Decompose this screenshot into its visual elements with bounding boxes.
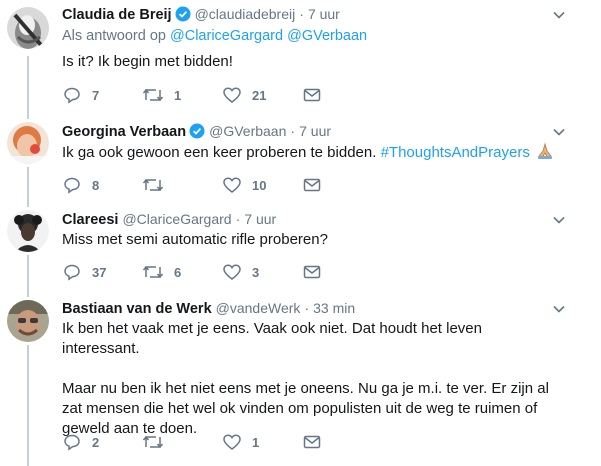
reply-count: 7 <box>92 87 100 103</box>
retweet-button[interactable]: 6 <box>142 262 181 282</box>
envelope-icon <box>303 88 321 102</box>
chevron-down-icon[interactable] <box>552 8 566 22</box>
display-name[interactable]: Claudia de Breij <box>62 7 172 23</box>
like-button[interactable]: 10 <box>222 175 266 195</box>
like-count: 1 <box>252 434 260 450</box>
like-count: 3 <box>252 264 260 280</box>
retweet-count: 6 <box>174 264 182 280</box>
reply-mention-clarice[interactable]: @ClariceGargard <box>170 28 283 44</box>
tweet-actions: 8 10 <box>62 175 352 195</box>
separator-dot: · <box>299 6 304 22</box>
reply-count: 37 <box>92 264 107 280</box>
tweet-bastiaan[interactable]: Bastiaan van de Werk @vandeWerk · 33 min … <box>0 297 601 466</box>
envelope-icon <box>303 265 321 279</box>
timestamp[interactable]: 33 min <box>313 300 355 316</box>
chevron-down-icon[interactable] <box>552 302 566 316</box>
direct-message-button[interactable] <box>303 432 321 452</box>
reply-button[interactable]: 37 <box>62 262 106 282</box>
timestamp[interactable]: 7 uur <box>244 211 276 227</box>
retweet-button[interactable]: 1 <box>142 85 181 105</box>
like-button[interactable]: 21 <box>222 85 266 105</box>
heart-icon <box>223 264 241 280</box>
retweet-icon <box>142 88 164 102</box>
reply-mention-gverbaan[interactable]: @GVerbaan <box>287 28 367 44</box>
display-name[interactable]: Bastiaan van de Werk <box>62 301 212 317</box>
reply-button[interactable]: 8 <box>62 175 99 195</box>
reply-button[interactable]: 7 <box>62 85 99 105</box>
like-count: 21 <box>252 87 267 103</box>
tweet-header: Georgina Verbaan @GVerbaan · 7 uur <box>62 120 331 142</box>
user-handle[interactable]: @vandeWerk <box>216 300 301 316</box>
tweet-actions: 7 1 21 <box>62 85 352 105</box>
chevron-down-icon[interactable] <box>552 125 566 139</box>
like-count: 10 <box>252 177 267 193</box>
retweet-count: 1 <box>174 87 182 103</box>
reply-icon <box>64 87 80 104</box>
heart-icon <box>223 434 241 450</box>
tweet-paragraph: Ik ben het vaak met je eens. Vaak ook ni… <box>62 320 482 357</box>
tweet-header: Claudia de Breij @claudiadebreij · 7 uur <box>62 3 340 25</box>
tweet-text-container: Ik ben het vaak met je eens. Vaak ook ni… <box>62 319 562 439</box>
avatar[interactable] <box>7 210 49 252</box>
retweet-icon <box>142 265 164 279</box>
tweet-paragraph: Maar nu ben ik het niet eens met je onee… <box>62 380 549 437</box>
tweet-header: Clareesi @ClariceGargard · 7 uur <box>62 208 276 230</box>
separator-dot: · <box>304 300 310 316</box>
heart-icon <box>223 87 241 103</box>
retweet-button[interactable] <box>142 432 174 452</box>
reply-button[interactable]: 2 <box>62 432 99 452</box>
retweet-icon <box>142 178 164 192</box>
tweet-actions: 2 1 <box>62 432 352 452</box>
reply-context: Als antwoord op @ClariceGargard @GVerbaa… <box>62 25 367 47</box>
avatar[interactable] <box>7 300 49 342</box>
reply-count: 8 <box>92 177 100 193</box>
retweet-icon <box>142 435 164 449</box>
user-handle[interactable]: @GVerbaan <box>209 123 286 139</box>
heart-icon <box>223 177 241 193</box>
tweet-claudia[interactable]: Claudia de Breij @claudiadebreij · 7 uur … <box>0 3 601 108</box>
tweet-text: Ik ga ook gewoon een keer proberen te bi… <box>62 144 377 161</box>
direct-message-button[interactable] <box>303 85 321 105</box>
hashtag-link[interactable]: #ThoughtsAndPrayers <box>381 144 530 161</box>
tweet-text: Is it? Ik begin met bidden! <box>62 53 233 70</box>
chevron-down-icon[interactable] <box>552 213 566 227</box>
timestamp[interactable]: 7 uur <box>299 123 331 139</box>
display-name[interactable]: Clareesi <box>62 212 118 228</box>
tweet-text: Miss met semi automatic rifle proberen? <box>62 231 328 248</box>
reply-prefix: Als antwoord op <box>62 28 166 44</box>
avatar[interactable] <box>7 7 49 49</box>
separator-dot: · <box>290 123 296 139</box>
reply-icon <box>64 177 80 194</box>
avatar[interactable] <box>7 122 49 164</box>
user-handle[interactable]: @claudiadebreij <box>195 6 296 22</box>
reply-icon <box>64 264 80 281</box>
user-handle[interactable]: @ClariceGargard <box>122 211 231 227</box>
tweet-text-container: Ik ga ook gewoon een keer proberen te bi… <box>62 142 582 166</box>
separator-dot: · <box>235 211 241 227</box>
tweet-actions: 37 6 3 <box>62 262 352 282</box>
tweet-header: Bastiaan van de Werk @vandeWerk · 33 min <box>62 297 355 319</box>
tweet-clareesi[interactable]: Clareesi @ClariceGargard · 7 uur Miss met… <box>0 208 601 290</box>
direct-message-button[interactable] <box>303 175 321 195</box>
timestamp[interactable]: 7 uur <box>308 6 340 22</box>
envelope-icon <box>303 435 321 449</box>
direct-message-button[interactable] <box>303 262 321 282</box>
praying-hands-icon <box>536 142 554 166</box>
reply-icon <box>64 434 80 451</box>
like-button[interactable]: 3 <box>222 262 259 282</box>
reply-count: 2 <box>92 434 100 450</box>
display-name[interactable]: Georgina Verbaan <box>62 124 186 140</box>
retweet-button[interactable] <box>142 175 174 195</box>
envelope-icon <box>303 178 321 192</box>
like-button[interactable]: 1 <box>222 432 259 452</box>
tweet-georgina[interactable]: Georgina Verbaan @GVerbaan · 7 uur Ik ga … <box>0 120 601 202</box>
